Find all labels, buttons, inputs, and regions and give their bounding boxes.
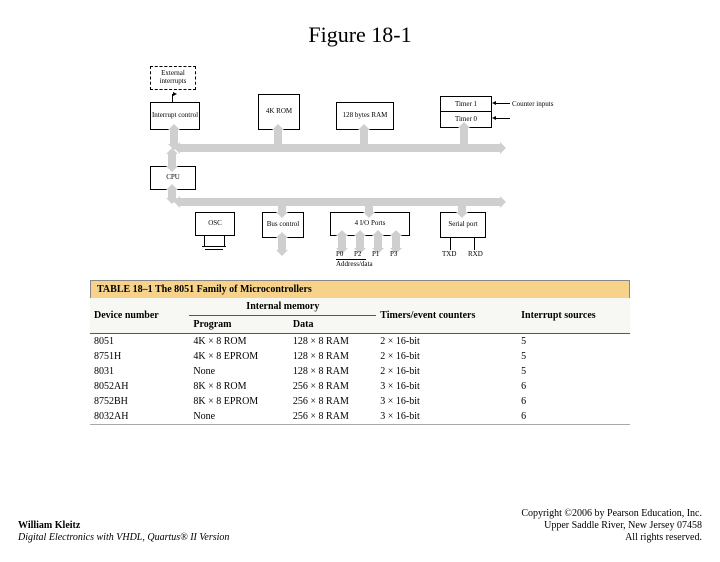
table-title: TABLE 18–1 The 8051 Family of Microcontr… xyxy=(90,280,630,298)
p1-label: P1 xyxy=(372,250,379,258)
footer-left: William Kleitz Digital Electronics with … xyxy=(18,520,229,544)
table-cell: 5 xyxy=(517,349,630,364)
table-cell: 2 × 16-bit xyxy=(376,364,517,379)
table-cell: 2 × 16-bit xyxy=(376,334,517,350)
table-cell: 4K × 8 EPROM xyxy=(189,349,289,364)
table-cell: 2 × 16-bit xyxy=(376,349,517,364)
block-diagram: External interrupts Interrupt control 4K… xyxy=(140,66,580,256)
serial-drop xyxy=(458,204,466,212)
table-row: 80514K × 8 ROM128 × 8 RAM2 × 16-bit5 xyxy=(90,334,630,350)
author-name: William Kleitz xyxy=(18,520,229,532)
table-cell: 128 × 8 RAM xyxy=(289,364,376,379)
table-cell: 6 xyxy=(517,394,630,409)
main-bus xyxy=(180,144,500,152)
lower-bus xyxy=(180,198,500,206)
table-18-1: TABLE 18–1 The 8051 Family of Microcontr… xyxy=(90,280,630,425)
osc-box: OSC xyxy=(195,212,235,236)
p2-arrow xyxy=(356,236,364,248)
intctrl-bus-drop xyxy=(170,130,178,144)
timer-bus-drop xyxy=(460,128,468,144)
table-row: 8052AH8K × 8 ROM256 × 8 RAM3 × 16-bit6 xyxy=(90,379,630,394)
table-cell: 256 × 8 RAM xyxy=(289,394,376,409)
table-cell: 8752BH xyxy=(90,394,189,409)
table-cell: 256 × 8 RAM xyxy=(289,379,376,394)
table-row: 8032AHNone256 × 8 RAM3 × 16-bit6 xyxy=(90,409,630,424)
table-cell: 128 × 8 RAM xyxy=(289,349,376,364)
table-cell: 256 × 8 RAM xyxy=(289,409,376,424)
table-cell: 8031 xyxy=(90,364,189,379)
col-group-internal-memory: Internal memory xyxy=(189,298,376,316)
table-cell: 8032AH xyxy=(90,409,189,424)
counter-inputs-label: Counter inputs xyxy=(512,100,562,108)
txd-label: TXD xyxy=(442,250,456,258)
rom-bus-drop xyxy=(274,130,282,144)
p1-arrow xyxy=(374,236,382,248)
rights-line: All rights reserved. xyxy=(521,532,702,544)
address-data-label: Address/data xyxy=(336,260,373,268)
copyright-line: Copyright ©2006 by Pearson Education, In… xyxy=(521,508,702,520)
table-row: 8031None128 × 8 RAM2 × 16-bit5 xyxy=(90,364,630,379)
table-cell: 5 xyxy=(517,364,630,379)
p0-label: P0 xyxy=(336,250,343,258)
table-cell: 6 xyxy=(517,409,630,424)
ioports-drop xyxy=(365,204,373,212)
col-device: Device number xyxy=(90,298,189,334)
table-cell: None xyxy=(189,364,289,379)
col-timers: Timers/event counters xyxy=(376,298,517,334)
table-cell: 4K × 8 ROM xyxy=(189,334,289,350)
table-cell: 6 xyxy=(517,379,630,394)
table-cell: 3 × 16-bit xyxy=(376,394,517,409)
table-cell: 8052AH xyxy=(90,379,189,394)
p3-label: P3 xyxy=(390,250,397,258)
table-row: 8752BH8K × 8 EPROM256 × 8 RAM3 × 16-bit6 xyxy=(90,394,630,409)
footer-right: Copyright ©2006 by Pearson Education, In… xyxy=(521,508,702,544)
table-cell: 128 × 8 RAM xyxy=(289,334,376,350)
table-cell: 8051 xyxy=(90,334,189,350)
col-data: Data xyxy=(289,316,376,334)
table-cell: 8K × 8 ROM xyxy=(189,379,289,394)
p3-arrow xyxy=(392,236,400,248)
table-cell: 3 × 16-bit xyxy=(376,379,517,394)
cpu-lower-drop xyxy=(168,190,176,198)
microcontroller-table: Device number Internal memory Timers/eve… xyxy=(90,298,630,424)
col-program: Program xyxy=(189,316,289,334)
ram-bus-drop xyxy=(360,130,368,144)
col-interrupts: Interrupt sources xyxy=(517,298,630,334)
busctrl-drop xyxy=(278,204,286,212)
cpu-bus-drop xyxy=(168,154,176,166)
table-row: 8751H4K × 8 EPROM128 × 8 RAM2 × 16-bit5 xyxy=(90,349,630,364)
p0-arrow xyxy=(338,236,346,248)
rxd-label: RXD xyxy=(468,250,483,258)
table-cell: 5 xyxy=(517,334,630,350)
table-cell: 8K × 8 EPROM xyxy=(189,394,289,409)
external-interrupts-box: External interrupts xyxy=(150,66,196,90)
address-line: Upper Saddle River, New Jersey 07458 xyxy=(521,520,702,532)
table-cell: None xyxy=(189,409,289,424)
book-title: Digital Electronics with VHDL, Quartus® … xyxy=(18,532,229,544)
figure-title: Figure 18-1 xyxy=(0,22,720,48)
table-cell: 8751H xyxy=(90,349,189,364)
p2-label: P2 xyxy=(354,250,361,258)
table-cell: 3 × 16-bit xyxy=(376,409,517,424)
busctrl-out xyxy=(278,238,286,250)
